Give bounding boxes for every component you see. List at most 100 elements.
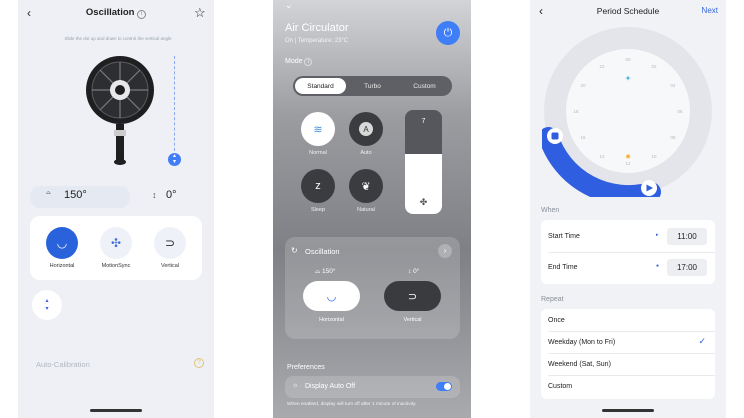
horizontal-label: Horizontal [319,317,344,323]
dial-tick-label: 22 [599,64,605,69]
footnote: When enabled, display will turn off afte… [287,402,417,407]
fan-image [86,56,154,165]
home-indicator [602,409,654,412]
end-handle[interactable] [641,180,657,196]
sleep-mode-label: Sleep [310,207,326,213]
dial-tick-label: 06 [677,109,683,114]
auto-calibration-label[interactable]: Auto-Calibration [36,360,90,369]
repeat-option-once[interactable]: Once [548,317,565,324]
dial-tick-label: 14 [599,154,605,159]
vertical-angle-value: 0° [166,189,177,201]
dial-tick-label: 16 [580,135,586,140]
next-button[interactable]: Next [702,6,718,15]
air-circulator-screen: ⌄ Air Circulator On | Temperature: 23°C … [273,0,471,418]
oscillation-card: ↻ Oscillation › ⌓ 150° ↕ 0° ◡ Horizontal… [285,237,460,339]
vertical-angle-track [174,56,175,156]
vertical-mode-button[interactable]: ⊃ [154,227,186,259]
divider [548,375,715,376]
divider [548,353,715,354]
vertical-oscillation-button[interactable]: ⊃ [384,281,441,311]
repeat-section-label: Repeat [541,296,564,303]
motionsync-mode-label: MotionSync [101,263,131,269]
page-title: Period Schedule [596,6,660,16]
motionsync-mode-button[interactable]: ✣ [100,227,132,259]
dial-tick-label: 12 [625,161,631,166]
tab-standard[interactable]: Standard [295,78,346,94]
time-card: Start Time ▸ 11:00 End Time ● 17:00 [541,220,715,284]
vertical-arrows-icon: ↕ [408,268,412,275]
display-auto-off-toggle[interactable] [436,382,452,391]
vertical-adjust-button[interactable]: ▴ ▾ [32,290,62,320]
vertical-mode-label: Vertical [160,263,180,269]
horizontal-mode-button[interactable]: ◡ [46,227,78,259]
fan-icon: ✤ [419,197,428,207]
start-time-field[interactable]: 11:00 [667,228,707,245]
auto-mode-label: Auto [360,150,372,156]
star-icon[interactable]: ☆ [194,5,206,21]
horizontal-angle-value: 150° [64,189,87,201]
repeat-card: Once Weekday (Mon to Fri) ✓ Weekend (Sat… [541,309,715,399]
speed-slider[interactable]: 7 ✤ [405,110,442,214]
speed-level: 7 [421,118,426,125]
sleep-icon: z [315,180,321,192]
natural-mode-label: Natural [357,207,375,213]
repeat-option-weekend[interactable]: Weekend (Sat, Sun) [548,361,611,368]
calibration-help-icon[interactable]: ? [194,358,204,368]
vertical-angle-handle[interactable]: ▴ ▾ [168,153,181,166]
display-auto-off-row: ☼ Display Auto Off [285,376,460,398]
oscillation-icon: ↻ [291,246,298,255]
normal-mode-button[interactable]: ≋ [301,112,335,146]
auto-icon: A [359,122,373,136]
power-icon: ⏻ [443,26,453,39]
oscillation-title: Oscillation [305,247,340,256]
sleep-mode-button[interactable]: z [301,169,335,203]
page-title: Oscillation i [18,7,214,19]
vertical-arc-icon: ⊃ [407,290,418,303]
end-time-field[interactable]: 17:00 [667,259,707,276]
horizontal-oscillation-button[interactable]: ◡ [303,281,360,311]
horizontal-sweep-icon: ⌓ [315,268,321,275]
dial-tick-label: 02 [651,64,657,69]
mode-section-label: Mode i [285,58,313,66]
divider [548,331,715,332]
display-auto-off-label: Display Auto Off [305,383,356,390]
mode-tabs: Standard Turbo Custom [293,76,452,96]
preferences-label: Preferences [287,364,325,371]
vertical-label: Vertical [403,317,422,323]
dial-tick-label: 04 [670,83,676,88]
info-icon[interactable]: i [304,58,313,66]
info-icon[interactable]: i [137,10,147,19]
collapse-chevron-icon[interactable]: ⌄ [285,0,293,11]
dial-tick-label: 18 [573,109,579,114]
dial-tick-label: 20 [580,83,586,88]
oscillation-more-chevron-icon[interactable]: › [438,244,452,258]
device-status: On | Temperature: 23°C [285,38,349,44]
wind-icon: ≋ [313,123,323,136]
vertical-arrows-icon: ↕ [152,190,157,200]
power-button[interactable]: ⏻ [436,21,460,45]
horizontal-arc-icon: ◡ [56,236,68,250]
tab-custom[interactable]: Custom [399,78,450,94]
sparkle-icon: ✦ [625,74,632,83]
home-indicator [90,409,142,412]
repeat-option-custom[interactable]: Custom [548,383,572,390]
dial-tick-label: 10 [651,154,657,159]
start-time-label: Start Time [548,233,580,240]
period-schedule-screen: ‹ Period Schedule Next 00 02 04 06 08 10 12 14 1… [530,0,726,418]
horizontal-sweep-icon: ⌓ [46,190,51,196]
hint-text: Slide the dot up and down to control the… [64,36,172,41]
tab-turbo[interactable]: Turbo [347,78,398,94]
auto-mode-button[interactable]: A [349,112,383,146]
repeat-option-weekday[interactable]: Weekday (Mon to Fri) [548,339,615,346]
natural-mode-button[interactable]: ❦ [349,169,383,203]
oscillation-mode-card: ◡ Horizontal ✣ MotionSync ⊃ Vertical [30,216,202,280]
leaf-icon: ❦ [361,180,371,193]
start-handle[interactable] [547,128,563,144]
device-title: Air Circulator [285,22,349,34]
oscillation-screen: ‹ Oscillation i ☆ Slide the dot up and d… [18,0,214,418]
schedule-clock-dial[interactable]: 00 02 04 06 08 10 12 14 16 18 20 22 ✦ ✹ [542,25,714,197]
vertical-arc-icon: ⊃ [164,236,176,250]
dial-tick-label: 08 [670,135,676,140]
horizontal-mode-label: Horizontal [49,263,75,269]
check-icon: ✓ [698,336,706,346]
